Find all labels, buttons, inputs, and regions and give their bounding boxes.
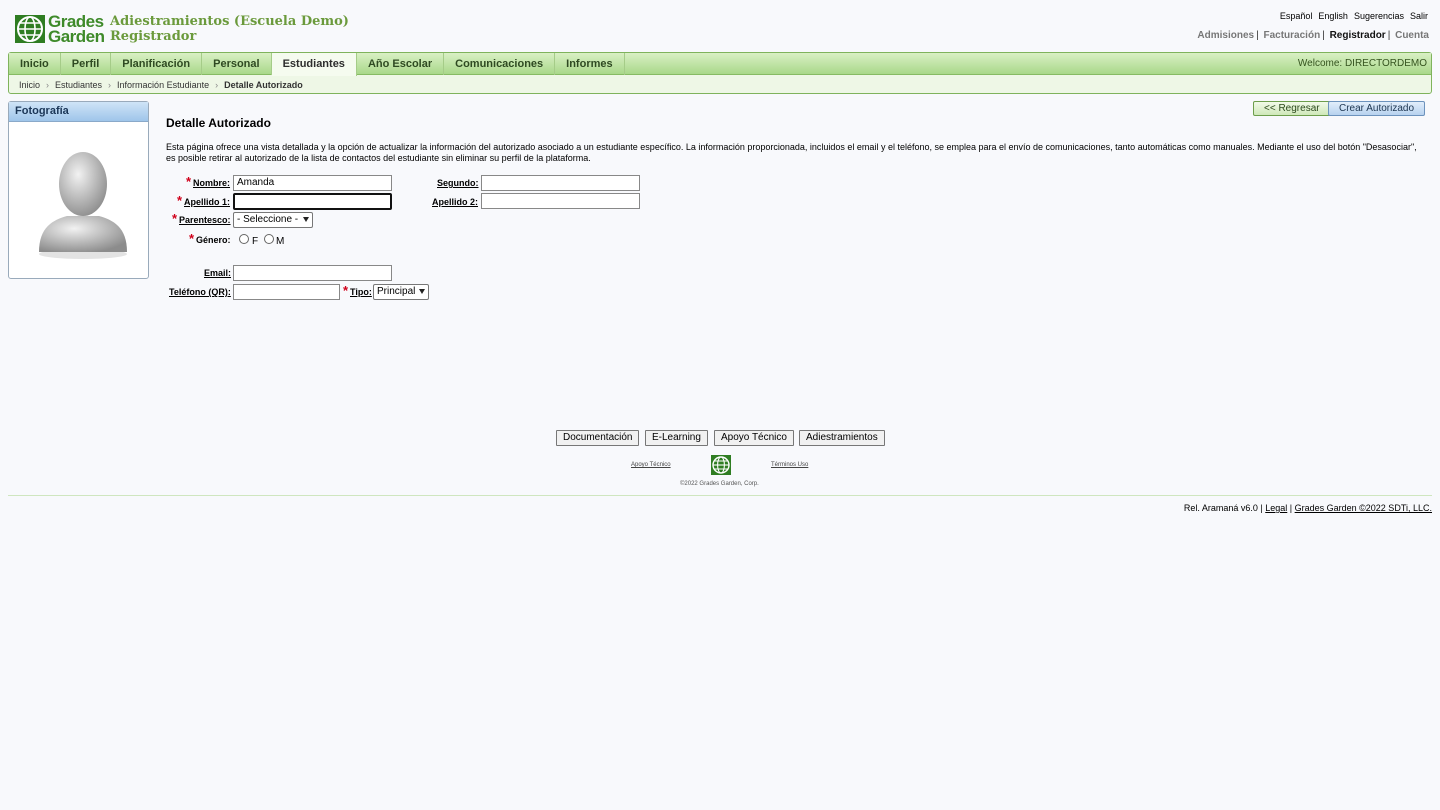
apellido1-label: Apellido 1:: [184, 197, 231, 207]
create-authorized-button[interactable]: Crear Autorizado: [1328, 101, 1426, 116]
required-marker: *: [343, 283, 349, 298]
chevron-right-icon: ›: [46, 80, 50, 90]
required-marker: *: [172, 211, 178, 226]
tab-inicio[interactable]: Inicio: [9, 53, 61, 75]
link-sugerencias[interactable]: Sugerencias: [1354, 11, 1404, 21]
parentesco-selected-value: - Seleccione -: [237, 214, 299, 225]
header: Grades Garden Adiestramientos (Escuela D…: [0, 0, 1440, 52]
apellido2-input[interactable]: [481, 193, 640, 209]
breadcrumb-detalle-autorizado: Detalle Autorizado: [224, 80, 303, 90]
tipo-selected-value: Principal: [377, 286, 416, 297]
segundo-input[interactable]: [481, 175, 640, 191]
module-cuenta[interactable]: Cuenta: [1395, 30, 1429, 41]
tab-estudiantes[interactable]: Estudiantes: [271, 53, 357, 76]
nombre-label: Nombre:: [193, 178, 231, 188]
genero-m-radio[interactable]: [264, 234, 274, 244]
segundo-label: Segundo:: [437, 178, 479, 188]
welcome-text: Welcome: DIRECTORDEMO: [1297, 58, 1427, 69]
email-input[interactable]: [233, 265, 392, 281]
module-registrador[interactable]: Registrador: [1330, 30, 1386, 41]
parentesco-label: Parentesco:: [179, 215, 231, 225]
page-title: Detalle Autorizado: [166, 116, 271, 130]
required-marker: *: [189, 231, 195, 246]
brand-name: Grades Garden: [48, 12, 105, 46]
legal-link[interactable]: Legal: [1265, 503, 1287, 513]
tab-perfil[interactable]: Perfil: [61, 53, 112, 75]
tab-comunicaciones[interactable]: Comunicaciones: [444, 53, 556, 75]
apellido2-label: Apellido 2:: [432, 197, 479, 207]
required-marker: *: [186, 174, 192, 189]
documentacion-button[interactable]: Documentación: [556, 430, 640, 446]
genero-f-label: F: [252, 236, 259, 247]
genero-label: Género:: [196, 235, 231, 245]
terms-link[interactable]: Términos Uso: [771, 462, 808, 468]
breadcrumb: Inicio › Estudiantes › Información Estud…: [19, 80, 303, 90]
grades-garden-logo[interactable]: Grades Garden: [14, 12, 105, 46]
apoyo-tecnico-button[interactable]: Apoyo Técnico: [714, 430, 794, 446]
school-name: Adiestramientos (Escuela Demo): [110, 14, 349, 29]
tab-personal[interactable]: Personal: [202, 53, 272, 75]
parentesco-select[interactable]: - Seleccione -: [233, 212, 313, 228]
tab-informes[interactable]: Informes: [555, 53, 625, 75]
dropdown-arrow-icon: [419, 289, 425, 294]
tipo-label: Tipo:: [350, 287, 372, 297]
top-links: Español English Sugerencias Salir: [1280, 11, 1428, 21]
apellido1-input[interactable]: [233, 193, 392, 210]
footer-divider: [8, 495, 1432, 496]
breadcrumb-informacion-estudiante[interactable]: Información Estudiante: [117, 80, 209, 90]
breadcrumb-estudiantes[interactable]: Estudiantes: [55, 80, 102, 90]
release-version: Rel. Aramaná v6.0: [1183, 503, 1258, 513]
chevron-right-icon: ›: [215, 80, 219, 90]
release-info: Rel. Aramaná v6.0 | Legal | Grades Garde…: [1183, 503, 1432, 513]
module-facturacion[interactable]: Facturación: [1264, 30, 1321, 41]
support-link[interactable]: Apoyo Técnico: [631, 462, 671, 468]
copyright-text: ©2022 Grades Garden, Corp.: [680, 481, 759, 487]
adiestramientos-button[interactable]: Adiestramientos: [799, 430, 885, 446]
link-salir[interactable]: Salir: [1410, 11, 1428, 21]
e-learning-button[interactable]: E-Learning: [645, 430, 708, 446]
module-switcher: Admisiones | Facturación | Registrador | Cu…: [1197, 30, 1429, 41]
email-label: Email:: [204, 268, 232, 278]
module-name: Registrador: [110, 29, 197, 44]
breadcrumb-inicio[interactable]: Inicio: [19, 80, 40, 90]
photo-panel-title: Fotografía: [9, 102, 148, 122]
genero-m-label: M: [276, 236, 285, 247]
photo-panel: Fotografía: [8, 101, 149, 279]
link-espanol[interactable]: Español: [1280, 11, 1313, 21]
telefono-input[interactable]: [233, 284, 340, 300]
telefono-label: Teléfono (QR):: [169, 287, 231, 297]
tipo-select[interactable]: Principal: [373, 284, 429, 300]
school-title: Adiestramientos (Escuela Demo) Registrad…: [110, 14, 349, 44]
tab-ano-escolar[interactable]: Año Escolar: [357, 53, 445, 75]
required-marker: *: [177, 193, 183, 208]
main-nav: Inicio Perfil Planificación Personal Est…: [8, 52, 1432, 94]
globe-logo-icon: [711, 455, 731, 475]
globe-logo-icon: [15, 15, 45, 43]
dropdown-arrow-icon: [303, 217, 309, 222]
company-link[interactable]: Grades Garden ©2022 SDTi, LLC.: [1295, 503, 1432, 513]
nav-tabs: Inicio Perfil Planificación Personal Est…: [9, 53, 1431, 76]
tab-planificacion[interactable]: Planificación: [111, 53, 203, 75]
back-button[interactable]: << Regresar: [1253, 101, 1331, 116]
user-silhouette-icon: [39, 152, 127, 259]
page-description: Esta página ofrece una vista detallada y…: [166, 142, 1417, 163]
genero-f-radio[interactable]: [239, 234, 249, 244]
nombre-input[interactable]: Amanda: [233, 175, 392, 191]
chevron-right-icon: ›: [108, 80, 112, 90]
link-english[interactable]: English: [1318, 11, 1348, 21]
module-admisiones[interactable]: Admisiones: [1197, 30, 1254, 41]
